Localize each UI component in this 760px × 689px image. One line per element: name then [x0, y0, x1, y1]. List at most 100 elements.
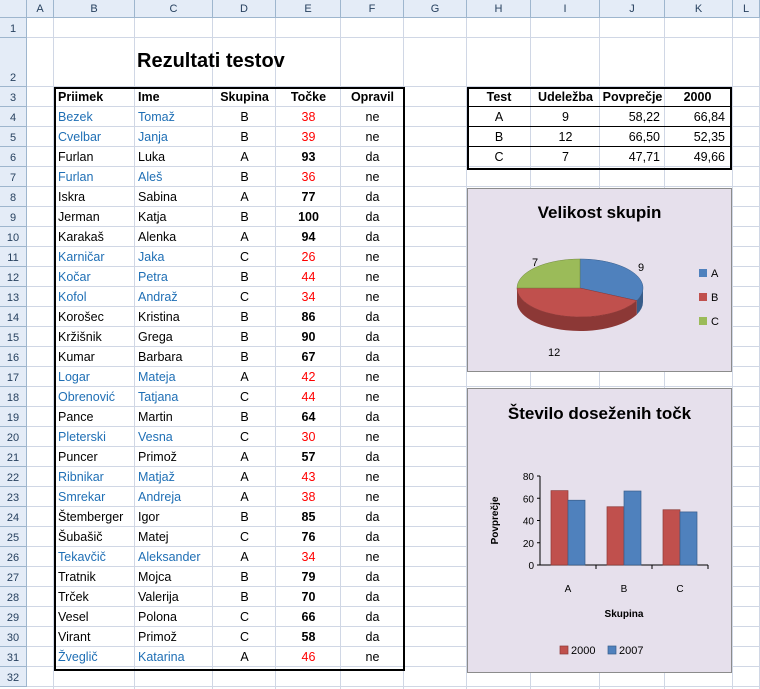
summary-avg-cell[interactable]: 58,22 [605, 107, 660, 127]
points-cell[interactable]: 46 [276, 647, 341, 667]
points-cell[interactable]: 86 [276, 307, 341, 327]
column-header-e[interactable]: E [276, 0, 341, 18]
surname-cell[interactable]: Tekavčič [58, 547, 135, 567]
row-header-29[interactable]: 29 [0, 607, 27, 627]
row-header-2[interactable]: 2 [0, 38, 27, 87]
passed-cell[interactable]: da [341, 307, 404, 327]
surname-cell[interactable]: Jerman [58, 207, 135, 227]
points-cell[interactable]: 79 [276, 567, 341, 587]
summary-test-cell[interactable]: B [467, 127, 531, 147]
row-header-22[interactable]: 22 [0, 467, 27, 487]
name-cell[interactable]: Igor [138, 507, 213, 527]
surname-cell[interactable]: Virant [58, 627, 135, 647]
passed-cell[interactable]: da [341, 627, 404, 647]
name-cell[interactable]: Vesna [138, 427, 213, 447]
passed-cell[interactable]: ne [341, 247, 404, 267]
passed-cell[interactable]: da [341, 607, 404, 627]
name-cell[interactable]: Martin [138, 407, 213, 427]
passed-cell[interactable]: da [341, 187, 404, 207]
column-header-f[interactable]: F [341, 0, 404, 18]
main-table-header[interactable]: Skupina [213, 87, 276, 107]
group-size-chart[interactable]: Velikost skupin 9 12 7 A B C [467, 188, 732, 372]
points-cell[interactable]: 38 [276, 107, 341, 127]
name-cell[interactable]: Mateja [138, 367, 213, 387]
name-cell[interactable]: Katarina [138, 647, 213, 667]
group-cell[interactable]: A [213, 187, 276, 207]
summary-2000-cell[interactable]: 49,66 [670, 147, 725, 167]
group-cell[interactable]: B [213, 207, 276, 227]
points-cell[interactable]: 42 [276, 367, 341, 387]
summary-test-cell[interactable]: A [467, 107, 531, 127]
points-cell[interactable]: 58 [276, 627, 341, 647]
group-cell[interactable]: B [213, 127, 276, 147]
surname-cell[interactable]: Žveglič [58, 647, 135, 667]
name-cell[interactable]: Petra [138, 267, 213, 287]
row-header-20[interactable]: 20 [0, 427, 27, 447]
name-cell[interactable]: Luka [138, 147, 213, 167]
passed-cell[interactable]: da [341, 507, 404, 527]
row-header-17[interactable]: 17 [0, 367, 27, 387]
group-cell[interactable]: C [213, 527, 276, 547]
name-cell[interactable]: Alenka [138, 227, 213, 247]
group-cell[interactable]: A [213, 367, 276, 387]
name-cell[interactable]: Jaka [138, 247, 213, 267]
surname-cell[interactable]: Obrenović [58, 387, 135, 407]
passed-cell[interactable]: ne [341, 127, 404, 147]
passed-cell[interactable]: da [341, 207, 404, 227]
surname-cell[interactable]: Kofol [58, 287, 135, 307]
surname-cell[interactable]: Bezek [58, 107, 135, 127]
row-header-19[interactable]: 19 [0, 407, 27, 427]
surname-cell[interactable]: Furlan [58, 147, 135, 167]
row-header-8[interactable]: 8 [0, 187, 27, 207]
points-cell[interactable]: 43 [276, 467, 341, 487]
column-header-d[interactable]: D [213, 0, 276, 18]
row-header-16[interactable]: 16 [0, 347, 27, 367]
passed-cell[interactable]: ne [341, 427, 404, 447]
passed-cell[interactable]: da [341, 587, 404, 607]
surname-cell[interactable]: Puncer [58, 447, 135, 467]
row-header-25[interactable]: 25 [0, 527, 27, 547]
name-cell[interactable]: Sabina [138, 187, 213, 207]
passed-cell[interactable]: ne [341, 107, 404, 127]
surname-cell[interactable]: Vesel [58, 607, 135, 627]
summary-avg-cell[interactable]: 47,71 [605, 147, 660, 167]
passed-cell[interactable]: da [341, 147, 404, 167]
group-cell[interactable]: B [213, 267, 276, 287]
summary-table-header[interactable]: 2000 [665, 87, 730, 107]
name-cell[interactable]: Primož [138, 627, 213, 647]
row-header-1[interactable]: 1 [0, 18, 27, 38]
row-header-23[interactable]: 23 [0, 487, 27, 507]
passed-cell[interactable]: ne [341, 647, 404, 667]
row-header-3[interactable]: 3 [0, 87, 27, 107]
passed-cell[interactable]: ne [341, 547, 404, 567]
points-cell[interactable]: 64 [276, 407, 341, 427]
row-header-5[interactable]: 5 [0, 127, 27, 147]
group-cell[interactable]: A [213, 467, 276, 487]
name-cell[interactable]: Andraž [138, 287, 213, 307]
surname-cell[interactable]: Štemberger [58, 507, 135, 527]
name-cell[interactable]: Polona [138, 607, 213, 627]
row-header-9[interactable]: 9 [0, 207, 27, 227]
summary-table-header[interactable]: Test [467, 87, 531, 107]
surname-cell[interactable]: Korošec [58, 307, 135, 327]
group-cell[interactable]: B [213, 167, 276, 187]
main-table-header[interactable]: Priimek [58, 87, 133, 107]
summary-2000-cell[interactable]: 52,35 [670, 127, 725, 147]
passed-cell[interactable]: ne [341, 367, 404, 387]
name-cell[interactable]: Tatjana [138, 387, 213, 407]
group-cell[interactable]: A [213, 487, 276, 507]
group-cell[interactable]: C [213, 387, 276, 407]
surname-cell[interactable]: Ribnikar [58, 467, 135, 487]
group-cell[interactable]: B [213, 307, 276, 327]
passed-cell[interactable]: da [341, 527, 404, 547]
summary-count-cell[interactable]: 7 [531, 147, 600, 167]
summary-2000-cell[interactable]: 66,84 [670, 107, 725, 127]
passed-cell[interactable]: ne [341, 467, 404, 487]
passed-cell[interactable]: da [341, 567, 404, 587]
group-cell[interactable]: A [213, 547, 276, 567]
name-cell[interactable]: Kristina [138, 307, 213, 327]
points-cell[interactable]: 44 [276, 267, 341, 287]
points-cell[interactable]: 38 [276, 487, 341, 507]
surname-cell[interactable]: Cvelbar [58, 127, 135, 147]
summary-table-header[interactable]: Udeležba [531, 87, 600, 107]
